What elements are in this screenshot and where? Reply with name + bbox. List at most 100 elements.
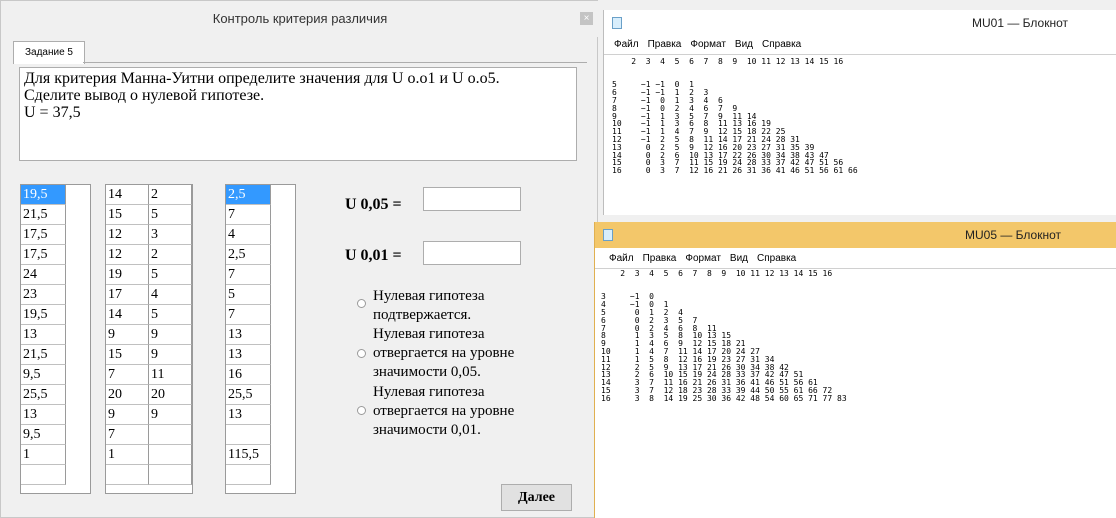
list-1-cell[interactable]: 9,5 bbox=[21, 365, 66, 385]
list-2-left-cell[interactable]: 14 bbox=[106, 305, 149, 325]
list-2-left-cell[interactable]: 12 bbox=[106, 245, 149, 265]
radio-label-line: Нулевая гипотеза bbox=[373, 384, 485, 400]
list-3-cell[interactable]: 4 bbox=[226, 225, 271, 245]
list-2-left-cell[interactable]: 7 bbox=[106, 365, 149, 385]
list-3-cell[interactable]: 13 bbox=[226, 405, 271, 425]
list-2-left-cell[interactable]: 14 bbox=[106, 185, 149, 205]
list-2-right-cell[interactable] bbox=[149, 425, 192, 445]
tab-task-5[interactable]: Задание 5 bbox=[13, 41, 85, 64]
menu-format[interactable]: Формат bbox=[685, 253, 721, 264]
list-3-cell[interactable]: 7 bbox=[226, 265, 271, 285]
list-3-cell[interactable]: 2,5 bbox=[226, 245, 271, 265]
list-3-cell[interactable]: 7 bbox=[226, 205, 271, 225]
list-2-left-cell[interactable]: 17 bbox=[106, 285, 149, 305]
radio-label-line: отвергается на уровне bbox=[373, 403, 515, 419]
list-1-cell[interactable]: 17,5 bbox=[21, 245, 66, 265]
notepad-mu01-titlebar: MU01 — Блокнот bbox=[604, 10, 1116, 36]
menu-edit[interactable]: Правка bbox=[643, 253, 677, 264]
list-2-left-cell[interactable]: 20 bbox=[106, 385, 149, 405]
list-3-cell[interactable]: 7 bbox=[226, 305, 271, 325]
question-line: Сделите вывод о нулевой гипотезе. bbox=[24, 87, 265, 104]
list-2-left-cell[interactable]: 12 bbox=[106, 225, 149, 245]
list-3-cell[interactable]: 13 bbox=[226, 325, 271, 345]
menu-divider bbox=[604, 54, 1116, 55]
u005-label: U 0,05 = bbox=[345, 196, 402, 213]
notepad-mu01-title: MU01 — Блокнот bbox=[972, 16, 1069, 30]
list-1-cell[interactable]: 25,5 bbox=[21, 385, 66, 405]
list-3-cell[interactable]: 2,5 bbox=[226, 185, 271, 205]
list-2-left-cell[interactable]: 9 bbox=[106, 405, 149, 425]
next-button[interactable]: Далее bbox=[501, 484, 572, 511]
list-2-right-cell[interactable]: 4 bbox=[149, 285, 192, 305]
list-3-cell[interactable] bbox=[226, 465, 271, 485]
menu-view[interactable]: Вид bbox=[730, 253, 748, 264]
notepad-mu05-text[interactable]: 2 3 4 5 6 7 8 9 10 11 12 13 14 15 16 3 −… bbox=[601, 270, 847, 403]
list-3-cell[interactable]: 13 bbox=[226, 345, 271, 365]
list-2-left-cell[interactable]: 15 bbox=[106, 345, 149, 365]
list-1-cell[interactable]: 19,5 bbox=[21, 185, 66, 205]
list-2-left-cell[interactable]: 1 bbox=[106, 445, 149, 465]
list-2-left-cell[interactable] bbox=[106, 465, 149, 485]
radio-label-confirmed: Нулевая гипотеза подтвержается. bbox=[373, 287, 593, 325]
criterion-dialog: Контроль критерия различия × Задание 5 Д… bbox=[0, 0, 599, 518]
list-3-cell[interactable]: 25,5 bbox=[226, 385, 271, 405]
radio-label-line: значимости 0,05. bbox=[373, 364, 481, 380]
close-button[interactable]: × bbox=[580, 12, 593, 25]
list-2-right-cell[interactable]: 9 bbox=[149, 345, 192, 365]
list-2-right-cell[interactable]: 5 bbox=[149, 205, 192, 225]
list-2-right-cell[interactable]: 20 bbox=[149, 385, 192, 405]
list-1-cell[interactable]: 24 bbox=[21, 265, 66, 285]
list-3-cell[interactable]: 16 bbox=[226, 365, 271, 385]
list-1-cell[interactable]: 23 bbox=[21, 285, 66, 305]
radio-hypothesis-rejected-001[interactable] bbox=[357, 406, 366, 415]
list-2-right-cell[interactable]: 11 bbox=[149, 365, 192, 385]
dialog-title: Контроль критерия различия bbox=[212, 11, 388, 26]
values-list-2[interactable]: 14 15 12 12 19 17 14 9 15 7 20 9 7 1 2 5 3 2 5 4 5 9 9 11 20 9 bbox=[105, 184, 193, 494]
radio-hypothesis-rejected-005[interactable] bbox=[357, 349, 366, 358]
radio-label-line: значимости 0,01. bbox=[373, 422, 481, 438]
menu-file[interactable]: Файл bbox=[614, 39, 639, 50]
list-2-left-cell[interactable]: 9 bbox=[106, 325, 149, 345]
list-1-cell[interactable] bbox=[21, 465, 66, 485]
radio-hypothesis-confirmed[interactable] bbox=[357, 299, 366, 308]
list-2-right-cell[interactable]: 2 bbox=[149, 245, 192, 265]
list-2-right-cell[interactable]: 3 bbox=[149, 225, 192, 245]
list-2-right-cell[interactable]: 5 bbox=[149, 265, 192, 285]
list-2-left-cell[interactable]: 15 bbox=[106, 205, 149, 225]
list-1-cell[interactable]: 21,5 bbox=[21, 345, 66, 365]
notepad-mu05-titlebar: MU05 — Блокнот bbox=[595, 222, 1116, 248]
values-list-1[interactable]: 19,5 21,5 17,5 17,5 24 23 19,5 13 21,5 9,5 25,5 13 9… bbox=[20, 184, 91, 494]
radio-label-rejected-005: Нулевая гипотеза отвергается на уровне з… bbox=[373, 325, 593, 382]
list-2-right-cell[interactable]: 5 bbox=[149, 305, 192, 325]
list-1-cell[interactable]: 1 bbox=[21, 445, 66, 465]
list-1-cell[interactable]: 13 bbox=[21, 325, 66, 345]
u005-input[interactable] bbox=[423, 187, 521, 211]
list-2-left-cell[interactable]: 19 bbox=[106, 265, 149, 285]
dialog-titlebar: Контроль критерия различия bbox=[1, 1, 599, 37]
menu-edit[interactable]: Правка bbox=[648, 39, 682, 50]
menu-help[interactable]: Справка bbox=[757, 253, 796, 264]
menu-help[interactable]: Справка bbox=[762, 39, 801, 50]
list-3-cell[interactable]: 115,5 bbox=[226, 445, 271, 465]
list-1-cell[interactable]: 17,5 bbox=[21, 225, 66, 245]
u001-input[interactable] bbox=[423, 241, 521, 265]
list-2-right-cell[interactable] bbox=[149, 465, 192, 485]
list-3-cell[interactable] bbox=[226, 425, 271, 445]
list-1-cell[interactable]: 9,5 bbox=[21, 425, 66, 445]
menu-file[interactable]: Файл bbox=[609, 253, 634, 264]
list-2-right-cell[interactable]: 9 bbox=[149, 325, 192, 345]
list-2-right-cell[interactable] bbox=[149, 445, 192, 465]
notepad-mu05-window: MU05 — Блокнот Файл Правка Формат Вид Справк… bbox=[594, 222, 1116, 518]
list-1-cell[interactable]: 13 bbox=[21, 405, 66, 425]
notepad-mu01-text[interactable]: 2 3 4 5 6 7 8 9 10 11 12 13 14 15 16 5 −… bbox=[612, 58, 858, 175]
list-1-cell[interactable]: 19,5 bbox=[21, 305, 66, 325]
list-1-cell[interactable]: 21,5 bbox=[21, 205, 66, 225]
menu-format[interactable]: Формат bbox=[690, 39, 726, 50]
list-3-cell[interactable]: 5 bbox=[226, 285, 271, 305]
values-list-3[interactable]: 2,5 7 4 2,5 7 5 7 13 13 16 25,5 13 115,5 bbox=[225, 184, 296, 494]
list-2-right-cell[interactable]: 9 bbox=[149, 405, 192, 425]
menu-view[interactable]: Вид bbox=[735, 39, 753, 50]
tab-divider bbox=[83, 62, 587, 63]
list-2-right-cell[interactable]: 2 bbox=[149, 185, 192, 205]
list-2-left-cell[interactable]: 7 bbox=[106, 425, 149, 445]
